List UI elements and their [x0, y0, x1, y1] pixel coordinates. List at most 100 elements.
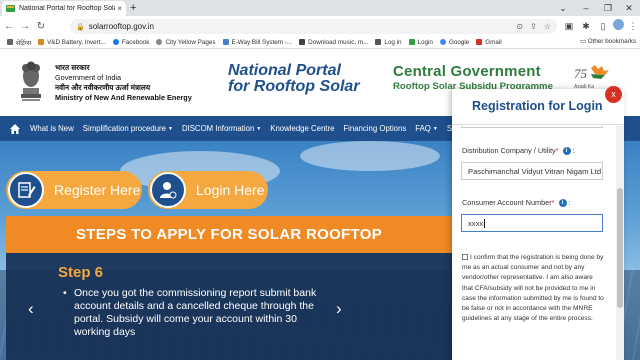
consent-text: I confirm that the registration is being… [462, 254, 604, 323]
back-icon[interactable]: ← [2, 21, 16, 32]
register-here-button[interactable]: Register Here [6, 171, 142, 209]
svg-text:75: 75 [574, 66, 588, 81]
tab-close-icon[interactable]: × [117, 4, 122, 13]
bookmark-item[interactable]: Gmail [476, 39, 502, 46]
profile-avatar-icon[interactable] [611, 19, 625, 34]
nav-item-faq[interactable]: FAQ ▼ [415, 124, 438, 133]
consumer-account-input[interactable]: xxxx [461, 214, 603, 232]
browser-toolbar: ← → ↻ 🔒 solarrooftop.gov.in ⊙ ⇪ ☆ ▣ ✱ ▯ … [0, 16, 640, 36]
ministry-english: Ministry of New And Renewable Energy [55, 93, 192, 102]
carousel-prev-arrow[interactable]: ‹ [28, 299, 34, 319]
info-icon[interactable]: i [558, 199, 567, 208]
discom-label: Distribution Company / Utility* i : [462, 146, 575, 156]
bookmark-item[interactable]: Download music, m... [299, 39, 368, 46]
browser-tab-strip: National Portal for Rooftop Sola × + ⌄ –… [0, 0, 640, 16]
sidebar-icon[interactable]: ▯ [596, 19, 610, 33]
step-title: Step 6 [58, 264, 104, 281]
label-colon: : [572, 146, 575, 155]
chrome-menu-icon[interactable]: ⋮ [626, 19, 640, 33]
extensions-puzzle-icon[interactable]: ✱ [579, 19, 593, 33]
carousel-next-arrow[interactable]: › [336, 299, 342, 319]
info-icon[interactable]: i [562, 147, 571, 156]
folder-icon [299, 39, 306, 45]
government-text-block: भारत सरकार Government of India नवीन और न… [55, 63, 192, 103]
bookmark-favicon-icon [38, 39, 45, 45]
consent-block: I confirm that the registration is being… [462, 253, 604, 324]
previous-field-bottom [461, 126, 603, 128]
folder-icon: ▭ [580, 38, 588, 45]
chevron-down-icon: ▼ [167, 125, 173, 132]
google-icon [439, 39, 446, 45]
nav-item-simplification-procedure[interactable]: Simplification procedure ▼ [83, 124, 173, 133]
settings-icon [7, 39, 13, 45]
text-cursor [484, 218, 486, 228]
bookmark-item[interactable]: Login [408, 39, 433, 46]
gmail-icon [476, 39, 483, 45]
bookmark-favicon-icon [222, 39, 229, 45]
bookmark-item[interactable]: Log in [375, 39, 402, 46]
label-colon: : [568, 198, 571, 207]
nav-item-discom-information[interactable]: DISCOM Information ▼ [182, 124, 261, 133]
step-description: Once you got the commissioning report su… [63, 287, 332, 339]
bookmark-item[interactable]: Facebook [112, 39, 149, 46]
modal-scrollbar[interactable] [616, 126, 624, 360]
login-here-label: Login Here [196, 182, 265, 198]
national-emblem-icon [21, 61, 41, 101]
modal-header: Registration for Login x [452, 86, 624, 125]
other-bookmarks-folder[interactable]: ▭ Other bookmarks [580, 38, 636, 45]
login-here-button[interactable]: Login Here [148, 171, 268, 209]
nav-item-what-is-new[interactable]: What is New [30, 124, 74, 133]
cloud-decoration [300, 141, 440, 171]
registration-modal: Registration for Login x Distribution Co… [452, 86, 624, 360]
bookmark-item[interactable]: सेटिंग्स [7, 38, 31, 47]
steps-carousel: STEPS TO APPLY FOR SOLAR ROOFTOP Step 6 … [6, 216, 452, 360]
maximize-button[interactable]: ❐ [597, 1, 619, 15]
bookmark-favicon-icon [408, 39, 415, 45]
chevron-down-icon: ▼ [432, 125, 438, 132]
lock-icon[interactable]: 🔒 [76, 23, 85, 31]
tab-search-icon[interactable]: ⌄ [552, 1, 574, 15]
modal-body[interactable]: Distribution Company / Utility* i : Pasc… [452, 126, 616, 360]
central-government-title: Central Government [393, 63, 541, 80]
bookmark-item[interactable]: Google [439, 39, 469, 46]
screen: National Portal for Rooftop Sola × + ⌄ –… [0, 0, 640, 360]
new-tab-button[interactable]: + [130, 1, 136, 15]
required-mark: * [555, 146, 559, 155]
step-slide: Step 6 Once you got the commissioning re… [6, 253, 452, 360]
url-text[interactable]: solarrooftop.gov.in [89, 22, 510, 31]
extension-icon[interactable]: ▣ [562, 19, 576, 33]
bookmarks-bar: सेटिंग्स V&D Battery, Invert... Facebook… [0, 36, 640, 49]
google-lens-icon[interactable]: ⊙ [516, 22, 523, 31]
bookmark-star-icon[interactable]: ☆ [544, 22, 551, 31]
browser-tab[interactable]: National Portal for Rooftop Sola × [2, 1, 126, 16]
portal-title[interactable]: National Portal for Rooftop Solar [228, 63, 360, 95]
facebook-icon [112, 39, 119, 45]
gov-hindi: भारत सरकार [55, 63, 90, 72]
bookmark-item[interactable]: V&D Battery, Invert... [38, 39, 106, 46]
bookmark-item[interactable]: E-Way Bill System -... [222, 39, 292, 46]
register-here-label: Register Here [54, 182, 141, 198]
bookmark-item[interactable]: City Yellow Pages [156, 39, 216, 46]
gov-english: Government of India [55, 73, 122, 82]
site-favicon-icon [6, 5, 15, 12]
nav-item-financing-options[interactable]: Financing Options [343, 124, 406, 133]
required-mark: * [551, 198, 555, 207]
modal-close-button[interactable]: x [605, 86, 622, 103]
window-close-button[interactable]: ✕ [618, 1, 640, 15]
reload-icon[interactable]: ↻ [34, 21, 48, 32]
scrollbar-thumb[interactable] [617, 188, 623, 308]
consent-checkbox[interactable] [462, 254, 468, 260]
register-icon [8, 172, 44, 208]
discom-select[interactable]: Paschimanchal Vidyut Vitran Nigam Ltd [461, 162, 603, 180]
chevron-down-icon: ▼ [256, 125, 262, 132]
address-bar[interactable]: 🔒 solarrooftop.gov.in ⊙ ⇪ ☆ [70, 19, 557, 34]
forward-icon[interactable]: → [18, 21, 32, 32]
minimize-button[interactable]: – [575, 1, 597, 15]
globe-icon [156, 39, 163, 45]
bookmark-favicon-icon [375, 39, 382, 45]
nav-item-knowledge-centre[interactable]: Knowledge Centre [270, 124, 334, 133]
consumer-account-label: Consumer Account Number* i : [462, 198, 571, 208]
share-icon[interactable]: ⇪ [530, 22, 537, 31]
ministry-hindi: नवीन और नवीकरणीय ऊर्जा मंत्रालय [55, 83, 151, 92]
home-icon[interactable] [9, 123, 21, 135]
